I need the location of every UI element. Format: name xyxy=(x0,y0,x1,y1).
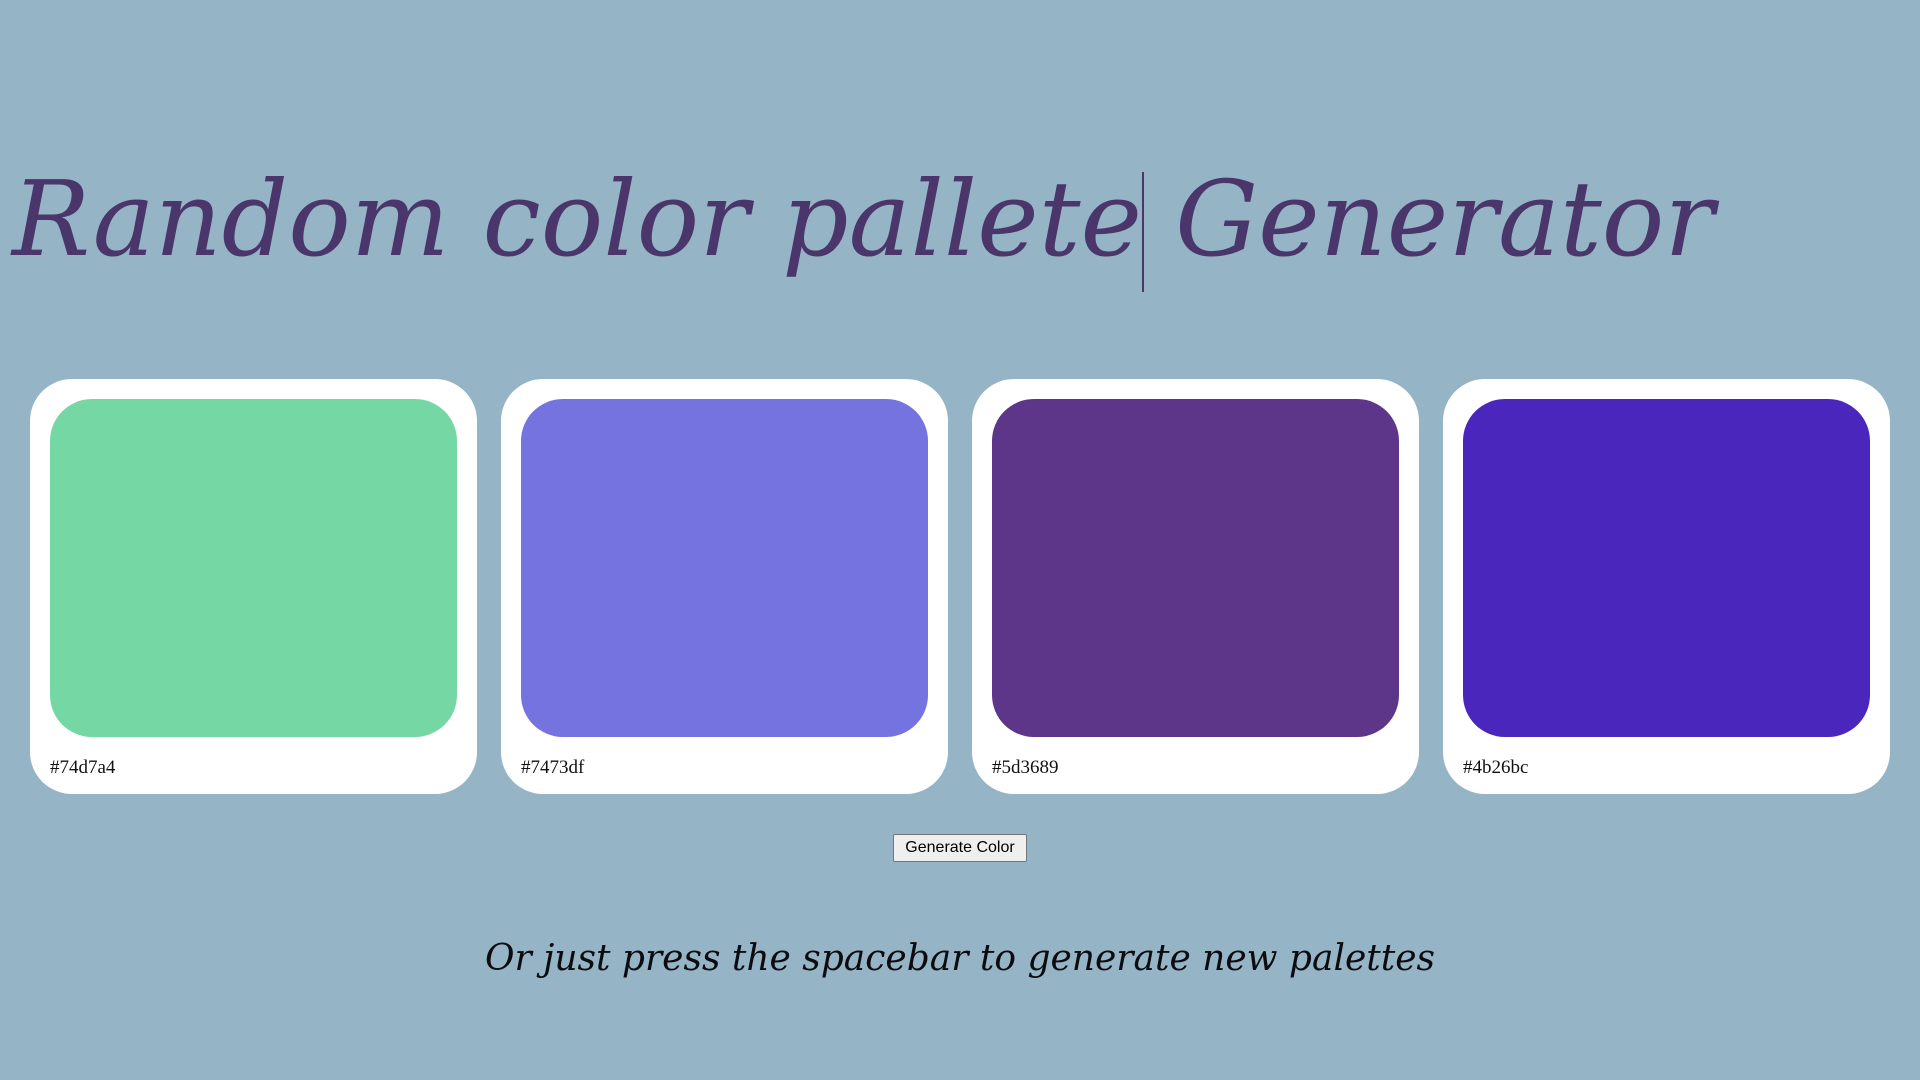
color-hex-label: #5d3689 xyxy=(992,757,1059,778)
color-swatch[interactable] xyxy=(521,399,928,737)
color-card[interactable]: #7473df xyxy=(501,379,948,794)
color-hex-label: #7473df xyxy=(521,757,585,778)
generate-color-button[interactable]: Generate Color xyxy=(893,834,1027,862)
palette-container: #74d7a4 #7473df #5d3689 #4b26bc xyxy=(30,379,1890,794)
color-swatch[interactable] xyxy=(50,399,457,737)
page: Random color pallete Generator #74d7a4 #… xyxy=(0,0,1920,1080)
page-title: Random color pallete Generator xyxy=(12,158,1715,280)
color-card[interactable]: #74d7a4 xyxy=(30,379,477,794)
color-hex-label: #4b26bc xyxy=(1463,757,1529,778)
color-swatch[interactable] xyxy=(992,399,1399,737)
color-card[interactable]: #5d3689 xyxy=(972,379,1419,794)
color-hex-label: #74d7a4 xyxy=(50,757,116,778)
text-caret xyxy=(1142,172,1144,292)
color-card[interactable]: #4b26bc xyxy=(1443,379,1890,794)
color-swatch[interactable] xyxy=(1463,399,1870,737)
spacebar-hint: Or just press the spacebar to generate n… xyxy=(485,938,1435,979)
